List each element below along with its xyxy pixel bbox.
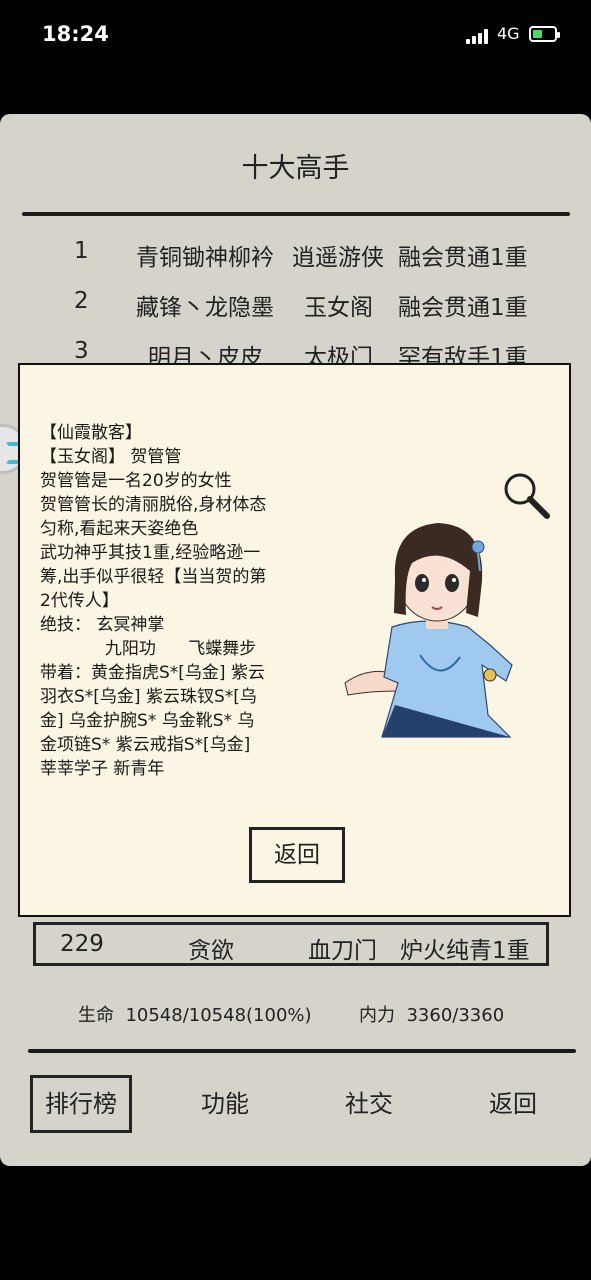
player-name: 青铜锄神柳衿 — [136, 245, 274, 271]
divider — [22, 212, 570, 216]
nav-social-button[interactable]: 社交 — [318, 1075, 420, 1133]
desc-line: 2代传人】 — [40, 591, 119, 611]
table-row[interactable]: 1 青铜锄神柳衿 逍遥游侠 融会贯通1重 — [40, 232, 560, 272]
status-bar: 18:24 4G — [0, 0, 591, 72]
rank-number: 1 — [74, 238, 89, 264]
desc-line: 九阳功 飞蝶舞步 — [40, 639, 257, 659]
signal-icon — [466, 28, 494, 44]
player-name: 贪欲 — [188, 938, 234, 964]
hp-label: 生命 — [78, 1005, 114, 1026]
network-type: 4G — [497, 24, 520, 43]
desc-line: 金] 乌金护腕S* 乌金靴S* 乌 — [40, 711, 255, 731]
rank-number: 3 — [74, 338, 89, 364]
player-sect: 血刀门 — [308, 938, 377, 964]
desc-line: 贺管管长的清丽脱俗,身材体态 — [40, 495, 267, 515]
desc-line: 筹,出手似乎很轻【当当贺的第 — [40, 567, 267, 587]
dialog-back-button[interactable]: 返回 — [249, 827, 345, 883]
nav-ranking-button[interactable]: 排行榜 — [30, 1075, 132, 1133]
rank-number: 2 — [74, 288, 89, 314]
desc-line: 【仙霞散客】 — [40, 423, 142, 443]
battery-icon — [529, 26, 560, 42]
self-rank-row[interactable]: 229 贪欲 血刀门 炉火纯青1重 — [33, 922, 549, 966]
nav-function-button[interactable]: 功能 — [174, 1075, 276, 1133]
desc-line: 匀称,看起来天姿绝色 — [40, 519, 199, 539]
desc-line: 带着：黄金指虎S*[乌金] 紫云 — [40, 663, 265, 683]
desc-line: 【玉女阁】 贺管管 — [40, 447, 182, 467]
player-stats: 生命 10548/10548(100%) 内力 3360/3360 — [78, 1001, 504, 1027]
hp-value: 10548/10548(100%) — [125, 1005, 312, 1026]
divider — [28, 1049, 576, 1053]
mp-label: 内力 — [359, 1005, 396, 1026]
desc-line: 绝技： 玄冥神掌 — [40, 615, 165, 635]
desc-line: 贺管管是一名20岁的女性 — [40, 471, 232, 491]
desc-line: 金项链S* 紫云戒指S*[乌金] — [40, 735, 251, 755]
player-level: 融会贯通1重 — [398, 245, 528, 271]
player-level: 炉火纯青1重 — [400, 938, 530, 964]
nav-back-button[interactable]: 返回 — [462, 1075, 564, 1133]
character-info-dialog: 【仙霞散客】 【玉女阁】 贺管管 贺管管是一名20岁的女性 贺管管长的清丽脱俗,… — [18, 363, 571, 917]
player-level: 融会贯通1重 — [398, 295, 528, 321]
player-sect: 玉女阁 — [304, 295, 373, 321]
mp-value: 3360/3360 — [406, 1005, 505, 1026]
status-time: 18:24 — [42, 22, 109, 46]
desc-line: 武功神乎其技1重,经验略逊一 — [40, 543, 261, 563]
table-row[interactable]: 2 藏锋丶龙隐墨 玉女阁 融会贯通1重 — [40, 282, 560, 322]
page-title: 十大高手 — [241, 153, 350, 184]
desc-line: 莘莘学子 新青年 — [40, 759, 165, 779]
rank-number: 229 — [60, 931, 104, 957]
player-name: 藏锋丶龙隐墨 — [136, 295, 274, 321]
character-portrait — [344, 523, 513, 738]
character-description: 【仙霞散客】 【玉女阁】 贺管管 贺管管是一名20岁的女性 贺管管长的清丽脱俗,… — [40, 421, 320, 781]
player-sect: 逍遥游侠 — [292, 245, 384, 271]
desc-line: 羽衣S*[乌金] 紫云珠钗S*[乌 — [40, 687, 257, 707]
